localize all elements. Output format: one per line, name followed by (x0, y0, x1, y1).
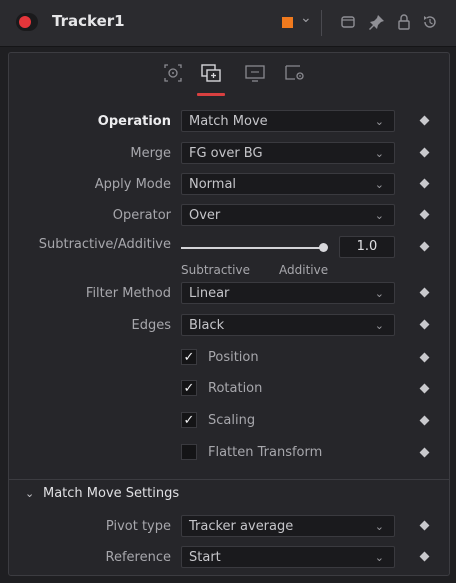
chevron-down-icon: ⌄ (374, 287, 384, 300)
position-checkbox[interactable]: ✓ (181, 349, 197, 365)
node-title: Tracker1 (52, 12, 125, 30)
tab-settings[interactable] (283, 62, 307, 84)
active-tab-indicator (197, 93, 225, 96)
tab-operation[interactable] (199, 62, 223, 84)
keyframe-diamond-icon[interactable] (419, 178, 430, 189)
operator-row: Operator Over ⌄ (9, 204, 449, 230)
inspector-panel: Operation Match Move ⌄ Merge FG over BG … (8, 52, 450, 576)
edges-dropdown[interactable]: Black ⌄ (181, 314, 395, 336)
window-icon[interactable] (339, 13, 357, 31)
slider-fill (181, 247, 323, 249)
settings-icon (283, 62, 307, 84)
keyframe-diamond-icon[interactable] (419, 447, 430, 458)
operation-dropdown[interactable]: Match Move ⌄ (181, 110, 395, 132)
chevron-down-icon: ⌄ (374, 115, 384, 128)
keyframe-diamond-icon[interactable] (419, 319, 430, 330)
flatten-transform-label: Flatten Transform (208, 445, 323, 460)
edges-label: Edges (131, 318, 172, 333)
pivot-type-row: Pivot type Tracker average ⌄ (9, 515, 449, 541)
header-divider (321, 10, 322, 36)
position-label: Position (208, 350, 259, 365)
keyframe-diamond-icon[interactable] (419, 383, 430, 394)
reference-row: Reference Start ⌄ (9, 546, 449, 572)
keyframe-diamond-icon[interactable] (419, 241, 430, 252)
operation-icon (199, 62, 223, 84)
merge-dropdown[interactable]: FG over BG ⌄ (181, 142, 395, 164)
keyframe-diamond-icon[interactable] (419, 147, 430, 158)
flatten-transform-checkbox[interactable] (181, 444, 197, 460)
tab-target[interactable] (161, 62, 185, 84)
chevron-down-icon: ⌄ (374, 520, 384, 533)
rotation-row: ✓ Rotation (9, 378, 449, 404)
keyframe-diamond-icon[interactable] (419, 520, 430, 531)
slider-max-label: Additive (279, 263, 329, 277)
scaling-row: ✓ Scaling (9, 410, 449, 436)
filter-method-row: Filter Method Linear ⌄ (9, 282, 449, 308)
chevron-down-icon[interactable]: ⌄ (300, 10, 312, 26)
subtractive-additive-slider[interactable] (181, 243, 328, 252)
target-icon (161, 62, 185, 84)
keyframe-diamond-icon[interactable] (419, 287, 430, 298)
filter-method-value: Linear (189, 286, 230, 301)
chevron-down-icon: ⌄ (25, 487, 35, 500)
reset-icon[interactable] (421, 13, 439, 31)
rotation-label: Rotation (208, 381, 263, 396)
reference-value: Start (189, 550, 221, 565)
keyframe-diamond-icon[interactable] (419, 415, 430, 426)
tab-display[interactable] (243, 62, 267, 84)
scaling-label: Scaling (208, 413, 256, 428)
subtractive-additive-row: Subtractive/Additive 1.0 Subtractive Add… (9, 236, 449, 282)
operation-label: Operation (97, 114, 171, 129)
filter-method-label: Filter Method (85, 286, 171, 301)
edges-row: Edges Black ⌄ (9, 314, 449, 340)
apply-mode-dropdown[interactable]: Normal ⌄ (181, 173, 395, 195)
merge-row: Merge FG over BG ⌄ (9, 142, 449, 168)
merge-label: Merge (130, 146, 171, 161)
slider-min-label: Subtractive (181, 263, 250, 277)
edges-value: Black (189, 318, 225, 333)
merge-value: FG over BG (189, 146, 263, 161)
chevron-down-icon: ⌄ (374, 319, 384, 332)
pivot-type-value: Tracker average (189, 519, 294, 534)
keyframe-diamond-icon[interactable] (419, 551, 430, 562)
subtractive-additive-value[interactable]: 1.0 (339, 236, 395, 258)
lock-icon[interactable] (395, 13, 413, 31)
position-row: ✓ Position (9, 347, 449, 373)
display-icon (243, 62, 267, 84)
reference-label: Reference (105, 550, 171, 565)
operation-row: Operation Match Move ⌄ (9, 110, 449, 136)
apply-mode-label: Apply Mode (94, 177, 171, 192)
slider-handle[interactable] (319, 243, 328, 252)
flatten-transform-row: Flatten Transform (9, 442, 449, 468)
pivot-type-dropdown[interactable]: Tracker average ⌄ (181, 515, 395, 537)
color-swatch[interactable] (282, 17, 293, 28)
keyframe-diamond-icon[interactable] (419, 352, 430, 363)
section-title: Match Move Settings (43, 486, 180, 501)
pin-icon[interactable] (368, 13, 386, 31)
operator-dropdown[interactable]: Over ⌄ (181, 204, 395, 226)
section-divider (9, 479, 449, 480)
inspector-tabs (9, 53, 449, 99)
chevron-down-icon: ⌄ (374, 551, 384, 564)
node-header: Tracker1 ⌄ (0, 0, 456, 47)
chevron-down-icon: ⌄ (374, 209, 384, 222)
apply-mode-row: Apply Mode Normal ⌄ (9, 173, 449, 199)
pivot-type-label: Pivot type (105, 519, 171, 534)
scaling-checkbox[interactable]: ✓ (181, 412, 197, 428)
reference-dropdown[interactable]: Start ⌄ (181, 546, 395, 568)
apply-mode-value: Normal (189, 177, 237, 192)
chevron-down-icon: ⌄ (374, 147, 384, 160)
match-move-settings-header[interactable]: ⌄ Match Move Settings (9, 484, 449, 508)
filter-method-dropdown[interactable]: Linear ⌄ (181, 282, 395, 304)
subtractive-additive-label: Subtractive/Additive (38, 237, 171, 252)
operator-value: Over (189, 208, 221, 223)
keyframe-diamond-icon[interactable] (419, 115, 430, 126)
operator-label: Operator (112, 208, 171, 223)
power-toggle[interactable] (16, 13, 38, 31)
rotation-checkbox[interactable]: ✓ (181, 380, 197, 396)
operation-value: Match Move (189, 114, 268, 129)
chevron-down-icon: ⌄ (374, 178, 384, 191)
keyframe-diamond-icon[interactable] (419, 209, 430, 220)
